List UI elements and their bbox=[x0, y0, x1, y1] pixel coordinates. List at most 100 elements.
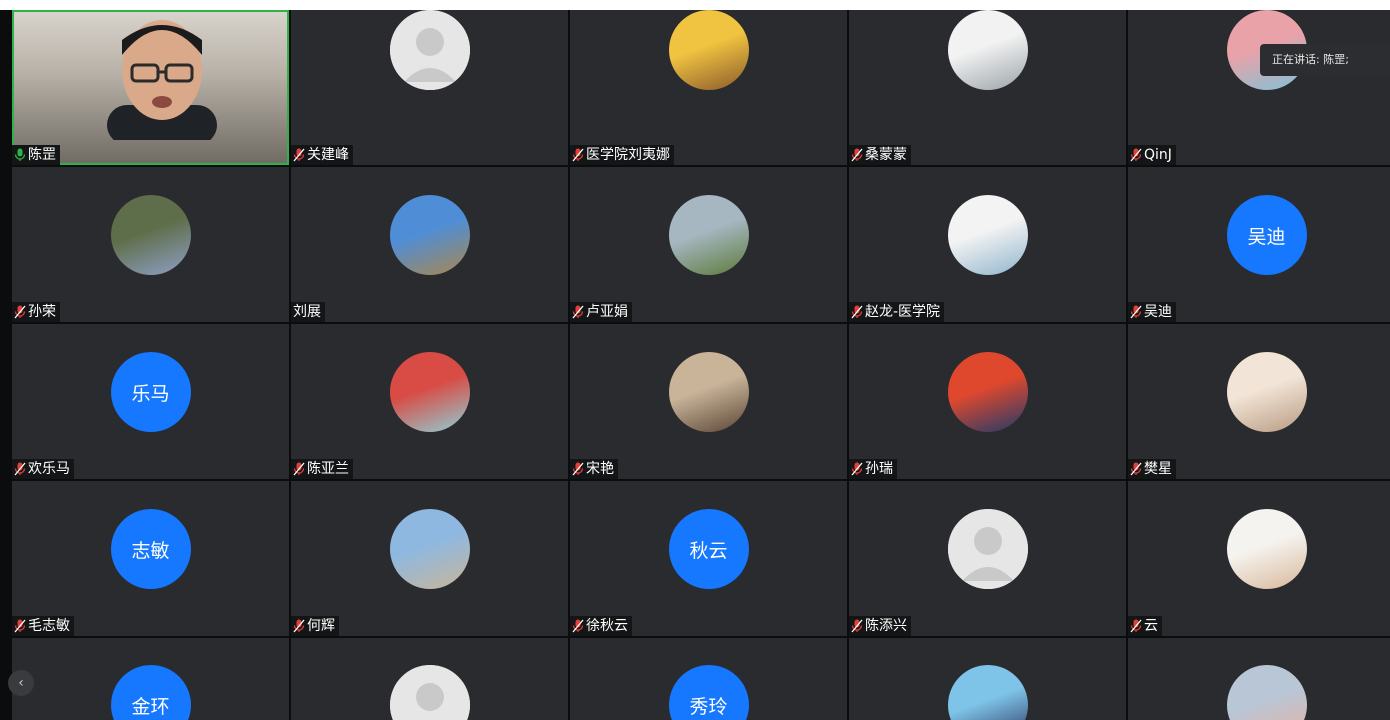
microphone-muted-icon bbox=[1130, 619, 1142, 633]
avatar-photo bbox=[668, 352, 749, 432]
microphone-muted-icon bbox=[1130, 305, 1142, 319]
microphone-muted-icon bbox=[1130, 148, 1142, 162]
participant-name: 孙荣 bbox=[28, 304, 56, 320]
avatar-initials: 乐马 bbox=[110, 352, 191, 432]
camera-video-feed bbox=[77, 10, 247, 140]
default-avatar-icon bbox=[389, 10, 470, 90]
avatar-initials: 秋云 bbox=[668, 509, 749, 589]
participant-name-tag: 陈添兴 bbox=[849, 616, 911, 636]
participant-tile[interactable]: 志敏毛志敏 bbox=[12, 481, 289, 636]
avatar-photo bbox=[668, 10, 749, 90]
participant-tile[interactable]: 孙瑞 bbox=[849, 324, 1126, 479]
participant-tile[interactable]: 何辉 bbox=[291, 481, 568, 636]
avatar-photo bbox=[947, 10, 1028, 90]
participant-tile[interactable]: 卢亚娟 bbox=[570, 167, 847, 322]
participant-name: 关建峰 bbox=[307, 147, 349, 163]
participant-tile[interactable] bbox=[291, 638, 568, 720]
participant-name: 陈罡 bbox=[28, 147, 56, 163]
participant-tile[interactable]: 宋艳 bbox=[570, 324, 847, 479]
avatar-photo bbox=[389, 352, 470, 432]
avatar-photo bbox=[1226, 352, 1307, 432]
participant-name-tag: 卢亚娟 bbox=[570, 302, 632, 322]
participant-name-tag: 樊星 bbox=[1128, 459, 1176, 479]
participant-name-tag: 赵龙-医学院 bbox=[849, 302, 945, 322]
participant-name-tag: 刘展 bbox=[291, 302, 325, 322]
chevron-left-icon: ‹ bbox=[18, 675, 24, 691]
participant-tile[interactable]: 桑蒙蒙 bbox=[849, 10, 1126, 165]
microphone-muted-icon bbox=[572, 305, 584, 319]
participant-tile[interactable] bbox=[1128, 638, 1390, 720]
participant-tile[interactable] bbox=[849, 638, 1126, 720]
participant-name-tag: 孙瑞 bbox=[849, 459, 897, 479]
microphone-muted-icon bbox=[851, 148, 863, 162]
participant-name-tag: 关建峰 bbox=[291, 145, 353, 165]
prev-page-button[interactable]: ‹ bbox=[8, 670, 34, 696]
participant-name: 孙瑞 bbox=[865, 461, 893, 477]
participant-tile[interactable]: 陈添兴 bbox=[849, 481, 1126, 636]
participant-name: 何辉 bbox=[307, 618, 335, 634]
avatar-photo bbox=[389, 195, 470, 275]
participant-name: 陈亚兰 bbox=[307, 461, 349, 477]
participant-tile[interactable]: 金环 bbox=[12, 638, 289, 720]
participant-name-tag: 徐秋云 bbox=[570, 616, 632, 636]
participant-name-tag: 何辉 bbox=[291, 616, 339, 636]
participant-name-tag: 吴迪 bbox=[1128, 302, 1176, 322]
participant-tile[interactable]: 樊星 bbox=[1128, 324, 1390, 479]
microphone-muted-icon bbox=[293, 148, 305, 162]
participant-name-tag: 桑蒙蒙 bbox=[849, 145, 911, 165]
microphone-muted-icon bbox=[572, 462, 584, 476]
avatar-photo bbox=[389, 509, 470, 589]
microphone-muted-icon bbox=[572, 619, 584, 633]
speaking-indicator: 正在讲话: 陈罡; bbox=[1260, 44, 1390, 76]
participant-name-tag: 欢乐马 bbox=[12, 459, 74, 479]
avatar-photo bbox=[947, 195, 1028, 275]
participant-tile[interactable]: QinJ bbox=[1128, 10, 1390, 165]
microphone-muted-icon bbox=[14, 305, 26, 319]
participant-name: QinJ bbox=[1144, 147, 1172, 163]
participant-tile[interactable]: 赵龙-医学院 bbox=[849, 167, 1126, 322]
microphone-muted-icon bbox=[851, 305, 863, 319]
participant-name: 吴迪 bbox=[1144, 304, 1172, 320]
avatar-photo bbox=[1226, 509, 1307, 589]
participant-name-tag: 医学院刘夷娜 bbox=[570, 145, 674, 165]
microphone-muted-icon bbox=[851, 619, 863, 633]
microphone-muted-icon bbox=[14, 462, 26, 476]
participant-name-tag: 陈亚兰 bbox=[291, 459, 353, 479]
microphone-muted-icon bbox=[293, 619, 305, 633]
participant-name-tag: 孙荣 bbox=[12, 302, 60, 322]
avatar-photo bbox=[110, 195, 191, 275]
participant-tile[interactable]: 陈亚兰 bbox=[291, 324, 568, 479]
participant-tile[interactable]: 陈罡 bbox=[12, 10, 289, 165]
participant-tile[interactable]: 秋云徐秋云 bbox=[570, 481, 847, 636]
microphone-icon bbox=[14, 148, 26, 162]
participant-grid: 陈罡 关建峰 医学院刘夷娜 桑蒙蒙 QinJ 孙荣 刘展 卢亚娟 赵龙-医学院 吴迪 吴迪 乐马 欢乐马… bbox=[12, 10, 1390, 720]
participant-tile[interactable]: 云 bbox=[1128, 481, 1390, 636]
participant-tile[interactable]: 刘展 bbox=[291, 167, 568, 322]
participant-name: 毛志敏 bbox=[28, 618, 70, 634]
participant-tile[interactable]: 秀玲 bbox=[570, 638, 847, 720]
participant-tile[interactable]: 孙荣 bbox=[12, 167, 289, 322]
default-avatar-icon bbox=[947, 509, 1028, 589]
participant-name: 云 bbox=[1144, 618, 1158, 634]
participant-tile[interactable]: 关建峰 bbox=[291, 10, 568, 165]
participant-name: 徐秋云 bbox=[586, 618, 628, 634]
avatar-initials: 志敏 bbox=[110, 509, 191, 589]
participant-tile[interactable]: 医学院刘夷娜 bbox=[570, 10, 847, 165]
participant-name-tag: 宋艳 bbox=[570, 459, 618, 479]
microphone-muted-icon bbox=[14, 619, 26, 633]
participant-tile[interactable]: 乐马欢乐马 bbox=[12, 324, 289, 479]
participant-name-tag: 云 bbox=[1128, 616, 1162, 636]
participant-tile[interactable]: 吴迪 吴迪 bbox=[1128, 167, 1390, 322]
participant-name: 刘展 bbox=[293, 304, 321, 320]
avatar-initials: 吴迪 bbox=[1226, 195, 1307, 275]
microphone-muted-icon bbox=[1130, 462, 1142, 476]
participant-name: 欢乐马 bbox=[28, 461, 70, 477]
microphone-muted-icon bbox=[572, 148, 584, 162]
participant-name-tag: QinJ bbox=[1128, 145, 1176, 165]
avatar-photo bbox=[947, 352, 1028, 432]
participant-name-tag: 毛志敏 bbox=[12, 616, 74, 636]
window-top-edge bbox=[0, 0, 1390, 10]
participant-name: 赵龙-医学院 bbox=[865, 304, 941, 320]
participant-name: 陈添兴 bbox=[865, 618, 907, 634]
participant-name: 桑蒙蒙 bbox=[865, 147, 907, 163]
